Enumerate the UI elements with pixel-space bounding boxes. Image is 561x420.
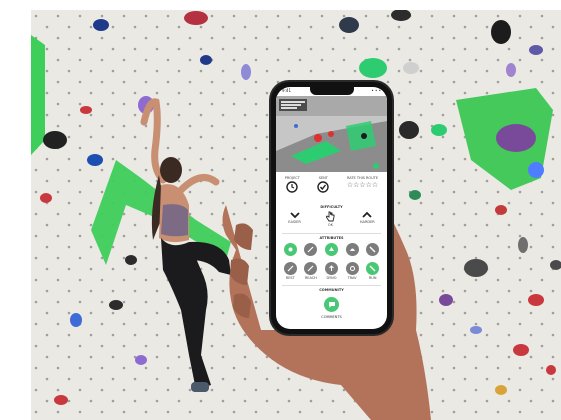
status-row: PROJECT SENT RATE THIS ROUTE ☆☆☆☆☆: [276, 176, 387, 193]
status-time: 9:41: [282, 88, 291, 93]
attribute-toggle[interactable]: TRAV: [345, 262, 359, 280]
hand-icon: [283, 243, 297, 256]
attribute-toggle[interactable]: [345, 243, 359, 257]
attribute-toggle[interactable]: [283, 243, 297, 257]
status-signal: • • •: [371, 88, 381, 93]
route-info-overlay: [279, 99, 307, 111]
attribute-toggle[interactable]: REST: [283, 262, 297, 280]
attribute-label: TRAV: [347, 276, 357, 280]
easier-button[interactable]: EASIER: [288, 211, 301, 224]
reach-icon: [304, 262, 318, 275]
divider: [282, 233, 381, 234]
slash-icon: [366, 243, 380, 256]
crimp-icon: [324, 243, 338, 256]
route-photo[interactable]: [276, 96, 387, 172]
attribute-toggle[interactable]: [304, 243, 318, 257]
attribute-toggle[interactable]: DYNO: [324, 262, 338, 280]
attribute-toggle[interactable]: RUN: [366, 262, 380, 280]
check-circle-icon: [317, 181, 330, 193]
attributes-row-2: REST REACH DYNO TRAV RUN: [276, 262, 387, 280]
attribute-toggle[interactable]: [324, 243, 338, 257]
attribute-toggle[interactable]: [366, 243, 380, 257]
attribute-label: RUN: [368, 276, 377, 280]
climbing-photo: 9:41 • • • PROJECT SENT RATE THIS ROUTE …: [31, 10, 561, 420]
pinch-icon: [304, 243, 318, 256]
project-label: PROJECT: [284, 176, 300, 180]
attribute-label: REACH: [304, 276, 317, 280]
sent-toggle[interactable]: SENT: [317, 176, 330, 193]
attribute-toggle[interactable]: REACH: [304, 262, 318, 280]
sent-label: SENT: [318, 176, 328, 180]
harder-button[interactable]: HARDER: [360, 211, 375, 224]
smartphone: 9:41 • • • PROJECT SENT RATE THIS ROUTE …: [271, 82, 392, 334]
chevron-down-icon: [289, 212, 300, 219]
ok-label: OK: [327, 223, 333, 227]
run-icon: [366, 262, 380, 275]
difficulty-row: EASIER OK HARDER: [276, 211, 387, 227]
star-rating-icons[interactable]: ☆☆☆☆☆: [347, 181, 378, 189]
attribute-label: REST: [285, 276, 295, 280]
difficulty-title: DIFFICULTY: [320, 205, 343, 209]
app-screen: 9:41 • • • PROJECT SENT RATE THIS ROUTE …: [276, 87, 387, 329]
chevron-up-icon: [362, 211, 372, 218]
sloper-icon: [345, 243, 359, 256]
project-toggle[interactable]: PROJECT: [285, 176, 300, 193]
chat-bubble-icon: [328, 301, 335, 308]
community-title: COMMUNITY: [319, 288, 344, 292]
ok-button[interactable]: OK: [325, 211, 335, 227]
attribute-label: DYNO: [326, 276, 337, 280]
phone-notch: [310, 87, 354, 95]
rest-icon: [283, 262, 297, 275]
traverse-icon: [345, 262, 359, 275]
comments-label: COMMENTS: [321, 315, 342, 319]
attributes-row-1: [276, 243, 387, 257]
divider: [282, 285, 381, 286]
easier-label: EASIER: [288, 220, 301, 224]
rate-label: RATE THIS ROUTE: [346, 176, 379, 180]
comments-button[interactable]: [324, 297, 339, 312]
attributes-title: ATTRIBUTES: [319, 236, 344, 240]
clock-icon: [286, 181, 298, 193]
dyno-icon: [324, 262, 338, 275]
thumb-hand-icon: [326, 211, 335, 222]
rating-widget[interactable]: RATE THIS ROUTE ☆☆☆☆☆: [347, 176, 378, 189]
harder-label: HARDER: [359, 220, 375, 224]
